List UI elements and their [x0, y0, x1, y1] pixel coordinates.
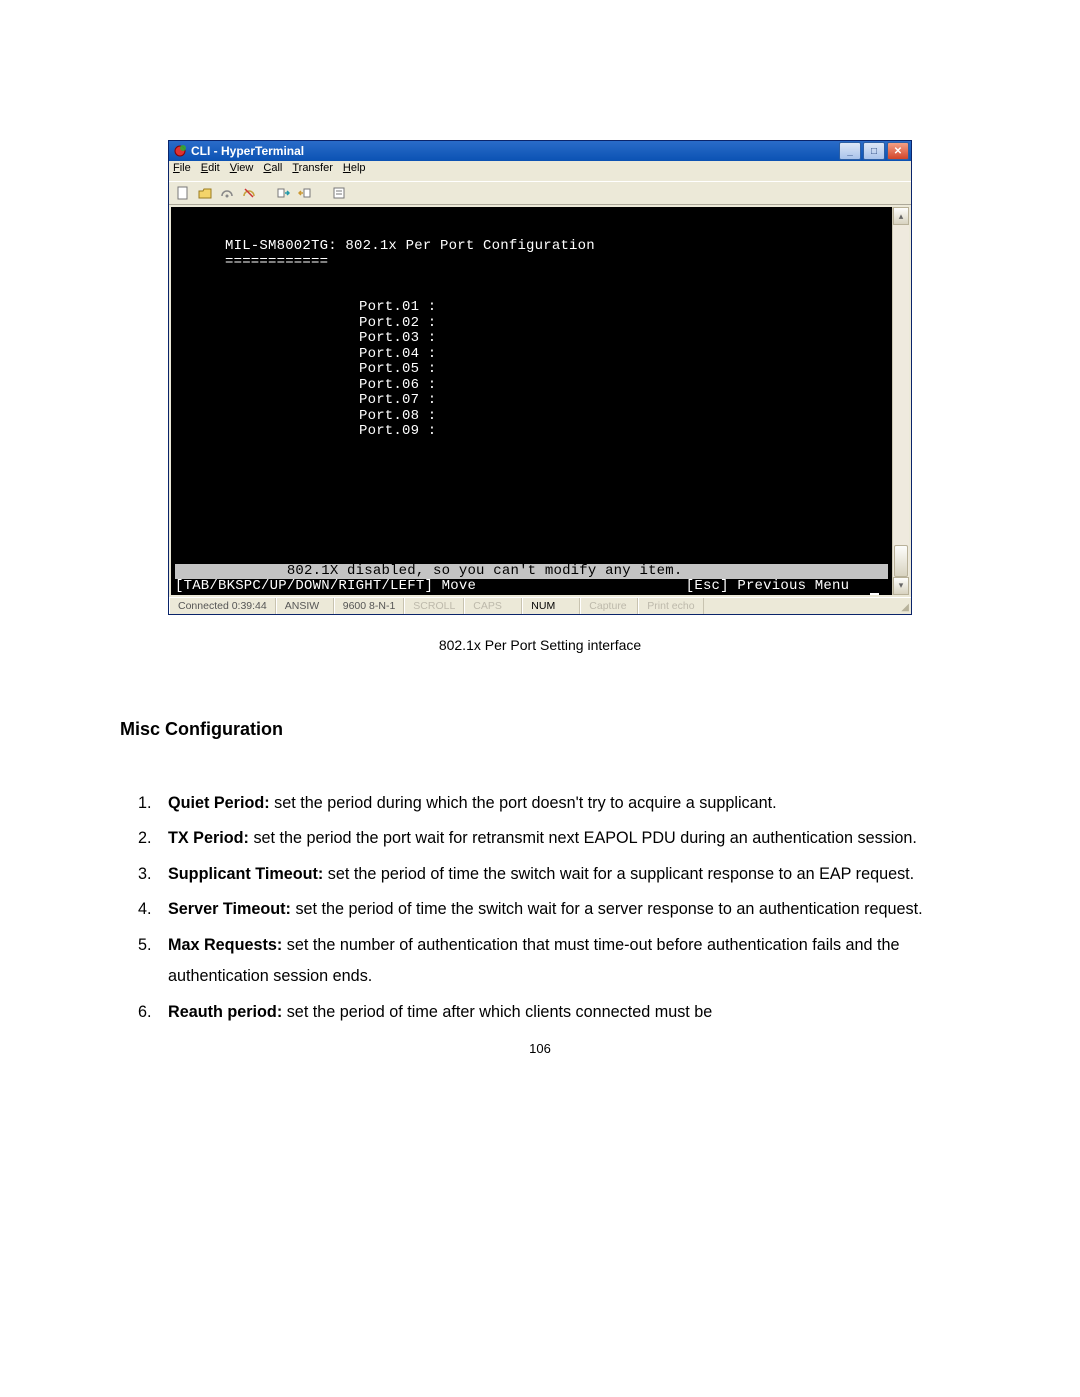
- menu-edit[interactable]: Edit: [201, 162, 220, 180]
- port-line: Port.03 :: [359, 330, 436, 346]
- port-line: Port.02 :: [359, 315, 436, 331]
- scroll-thumb[interactable]: [894, 545, 908, 577]
- port-line: Port.08 :: [359, 408, 436, 424]
- list-item: Supplicant Timeout: set the period of ti…: [156, 859, 960, 891]
- vertical-scrollbar[interactable]: ▴ ▾: [892, 207, 909, 595]
- window-title: CLI - HyperTerminal: [191, 144, 304, 158]
- item-text: set the period of time the switch wait f…: [291, 900, 923, 918]
- list-item: Server Timeout: set the period of time t…: [156, 894, 960, 926]
- window-titlebar[interactable]: CLI - HyperTerminal _ □ ✕: [169, 141, 911, 161]
- item-text: set the period of time after which clien…: [282, 1003, 712, 1021]
- scroll-down-arrow[interactable]: ▾: [893, 577, 909, 595]
- status-scroll: SCROLL: [404, 598, 464, 614]
- disconnect-icon[interactable]: [241, 185, 257, 201]
- scroll-track[interactable]: [893, 225, 909, 577]
- hyperterminal-window: CLI - HyperTerminal _ □ ✕ File Edit View…: [168, 140, 912, 615]
- terminal-message: 802.1X disabled, so you can't modify any…: [175, 564, 888, 580]
- send-icon[interactable]: [275, 185, 291, 201]
- connect-icon[interactable]: [219, 185, 235, 201]
- menubar: File Edit View Call Transfer Help: [169, 161, 911, 181]
- item-label: Server Timeout:: [168, 900, 291, 918]
- menu-transfer[interactable]: Transfer: [292, 162, 333, 180]
- item-label: Quiet Period:: [168, 794, 270, 812]
- config-list: Quiet Period: set the period during whic…: [120, 788, 960, 1029]
- app-icon: [173, 144, 187, 158]
- port-line: Port.07 :: [359, 392, 436, 408]
- port-list: Port.01 : Port.02 : Port.03 : Port.04 : …: [175, 300, 888, 440]
- list-item: TX Period: set the period the port wait …: [156, 823, 960, 855]
- status-settings: 9600 8-N-1: [334, 598, 405, 614]
- terminal-output[interactable]: MIL-SM8002TG: 802.1x Per Port Configurat…: [171, 207, 892, 595]
- item-label: Reauth period:: [168, 1003, 282, 1021]
- maximize-button[interactable]: □: [863, 142, 885, 160]
- port-line: Port.04 :: [359, 346, 436, 362]
- menu-file[interactable]: File: [173, 162, 191, 180]
- terminal-header: MIL-SM8002TG: 802.1x Per Port Configurat…: [175, 238, 595, 254]
- port-line: Port.05 :: [359, 361, 436, 377]
- port-line: Port.01 :: [359, 299, 436, 315]
- menu-help[interactable]: Help: [343, 162, 366, 180]
- close-button[interactable]: ✕: [887, 142, 909, 160]
- properties-icon[interactable]: [331, 185, 347, 201]
- section-heading: Misc Configuration: [120, 719, 960, 740]
- port-line: Port.06 :: [359, 377, 436, 393]
- status-printecho: Print echo: [638, 598, 703, 614]
- page-number: 106: [120, 1041, 960, 1056]
- scroll-up-arrow[interactable]: ▴: [893, 207, 909, 225]
- list-item: Quiet Period: set the period during whic…: [156, 788, 960, 820]
- port-line: Port.09 :: [359, 423, 436, 439]
- item-label: Supplicant Timeout:: [168, 865, 323, 883]
- new-icon[interactable]: [175, 185, 191, 201]
- status-bar: Connected 0:39:44 ANSIW 9600 8-N-1 SCROL…: [169, 597, 911, 614]
- minimize-button[interactable]: _: [839, 142, 861, 160]
- figure-caption: 802.1x Per Port Setting interface: [120, 637, 960, 653]
- terminal-divider: ============: [175, 254, 328, 270]
- list-item: Reauth period: set the period of time af…: [156, 997, 960, 1029]
- open-icon[interactable]: [197, 185, 213, 201]
- status-emulation: ANSIW: [276, 598, 334, 614]
- item-label: TX Period:: [168, 829, 249, 847]
- status-num: NUM: [522, 598, 580, 614]
- terminal-nav: [TAB/BKSPC/UP/DOWN/RIGHT/LEFT] Move[Esc]…: [175, 579, 888, 595]
- item-text: set the period during which the port doe…: [270, 794, 777, 812]
- status-connected: Connected 0:39:44: [169, 598, 276, 614]
- status-capture: Capture: [580, 598, 638, 614]
- list-item: Max Requests: set the number of authenti…: [156, 930, 960, 993]
- receive-icon[interactable]: [297, 185, 313, 201]
- item-text: set the period the port wait for retrans…: [249, 829, 917, 847]
- item-label: Max Requests:: [168, 936, 282, 954]
- item-text: set the period of time the switch wait f…: [323, 865, 914, 883]
- toolbar: [169, 181, 911, 205]
- status-caps: CAPS: [464, 598, 522, 614]
- resize-grip-icon[interactable]: ◢: [893, 598, 911, 614]
- menu-view[interactable]: View: [230, 162, 254, 180]
- menu-call[interactable]: Call: [263, 162, 282, 180]
